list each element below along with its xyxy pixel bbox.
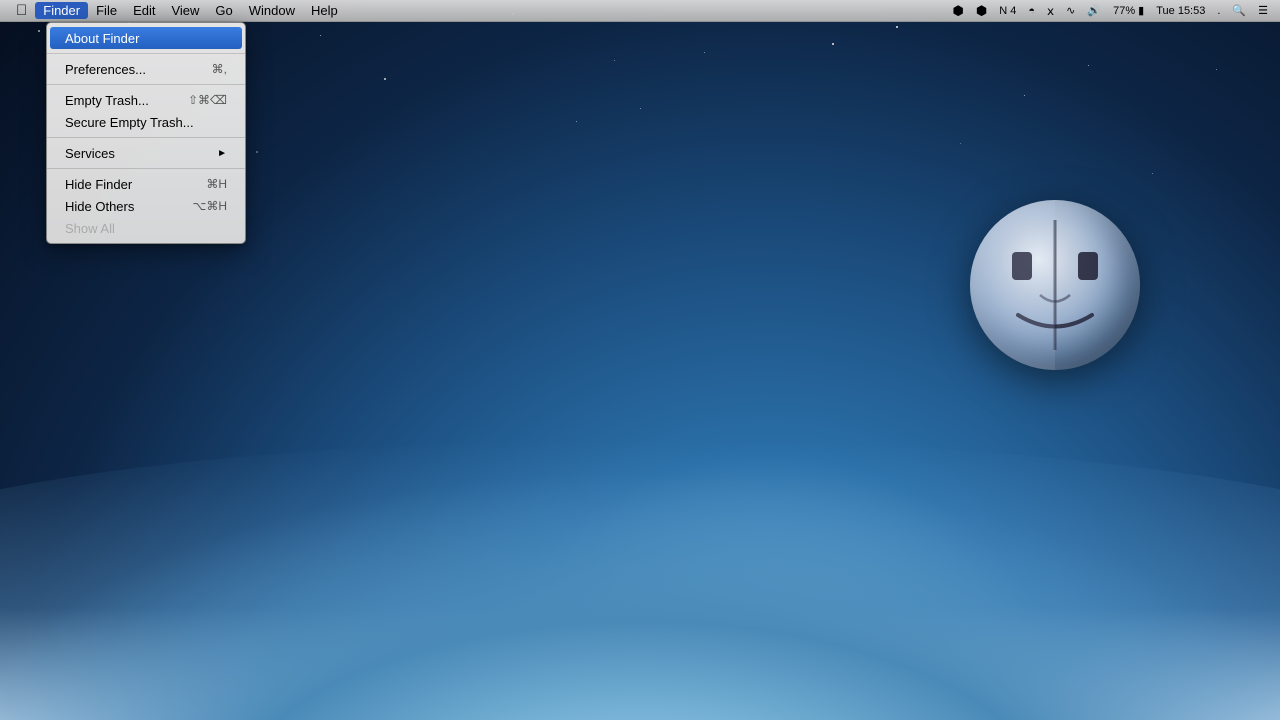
- apple-menu-button[interactable]: : [8, 2, 35, 19]
- wifi-icon[interactable]: ∿: [1062, 4, 1079, 17]
- timemachine-icon[interactable]: ◓: [1024, 5, 1039, 17]
- menu-separator-3: [47, 137, 245, 138]
- file-menu-button[interactable]: File: [88, 2, 125, 19]
- preferences-item[interactable]: Preferences... ⌘,: [47, 58, 245, 80]
- menubar:  Finder File Edit View Go Window Help ⬢…: [0, 0, 1280, 22]
- services-arrow-icon: ►: [217, 148, 227, 159]
- hide-finder-label: Hide Finder: [65, 177, 132, 192]
- menu-separator-1: [47, 53, 245, 54]
- menu-separator-4: [47, 168, 245, 169]
- view-menu-button[interactable]: View: [163, 2, 207, 19]
- menubar-right: ⬢ ⬢ N 4 ◓ ⅹ ∿ 🔊 77% ▮ Tue 15:53 . 🔍 ☰: [949, 3, 1272, 19]
- hide-others-shortcut: ⌥⌘H: [193, 199, 228, 213]
- services-label: Services: [65, 146, 115, 161]
- menu-separator-2: [47, 84, 245, 85]
- norton-label[interactable]: N 4: [995, 5, 1020, 17]
- notifications-icon[interactable]: ☰: [1254, 4, 1272, 17]
- spacer-dot: .: [1213, 5, 1224, 17]
- dropbox-icon[interactable]: ⬢: [949, 3, 968, 19]
- hide-finder-shortcut: ⌘H: [206, 177, 227, 191]
- preferences-shortcut: ⌘,: [212, 62, 227, 76]
- menubar-left:  Finder File Edit View Go Window Help: [8, 2, 949, 19]
- spotlight-icon[interactable]: 🔍: [1228, 4, 1250, 17]
- finder-menu-button[interactable]: Finder: [35, 2, 88, 19]
- empty-trash-shortcut: ⇧⌘⌫: [188, 93, 227, 107]
- edit-menu-button[interactable]: Edit: [125, 2, 163, 19]
- secure-empty-trash-label: Secure Empty Trash...: [65, 115, 194, 130]
- sound-icon[interactable]: 🔊: [1083, 4, 1105, 17]
- earth-glow: [0, 470, 1280, 720]
- go-menu-button[interactable]: Go: [207, 2, 240, 19]
- battery-label[interactable]: 77% ▮: [1109, 4, 1148, 17]
- preferences-label: Preferences...: [65, 62, 146, 77]
- empty-trash-item[interactable]: Empty Trash... ⇧⌘⌫: [47, 89, 245, 111]
- datetime-label[interactable]: Tue 15:53: [1152, 5, 1209, 17]
- empty-trash-label: Empty Trash...: [65, 93, 149, 108]
- services-item[interactable]: Services ►: [47, 142, 245, 164]
- hide-others-item[interactable]: Hide Others ⌥⌘H: [47, 195, 245, 217]
- menubar-icon-2[interactable]: ⬢: [972, 3, 991, 19]
- finder-dock-icon: [970, 200, 1140, 370]
- help-menu-button[interactable]: Help: [303, 2, 346, 19]
- secure-empty-trash-item[interactable]: Secure Empty Trash...: [47, 111, 245, 133]
- hide-others-label: Hide Others: [65, 199, 134, 214]
- show-all-label: Show All: [65, 221, 115, 236]
- show-all-item[interactable]: Show All: [47, 217, 245, 239]
- finder-dropdown-menu: About Finder Preferences... ⌘, Empty Tra…: [46, 22, 246, 244]
- bluetooth-icon[interactable]: ⅹ: [1043, 4, 1058, 18]
- hide-finder-item[interactable]: Hide Finder ⌘H: [47, 173, 245, 195]
- window-menu-button[interactable]: Window: [241, 2, 303, 19]
- about-finder-item[interactable]: About Finder: [50, 27, 242, 49]
- about-finder-label: About Finder: [65, 31, 139, 46]
